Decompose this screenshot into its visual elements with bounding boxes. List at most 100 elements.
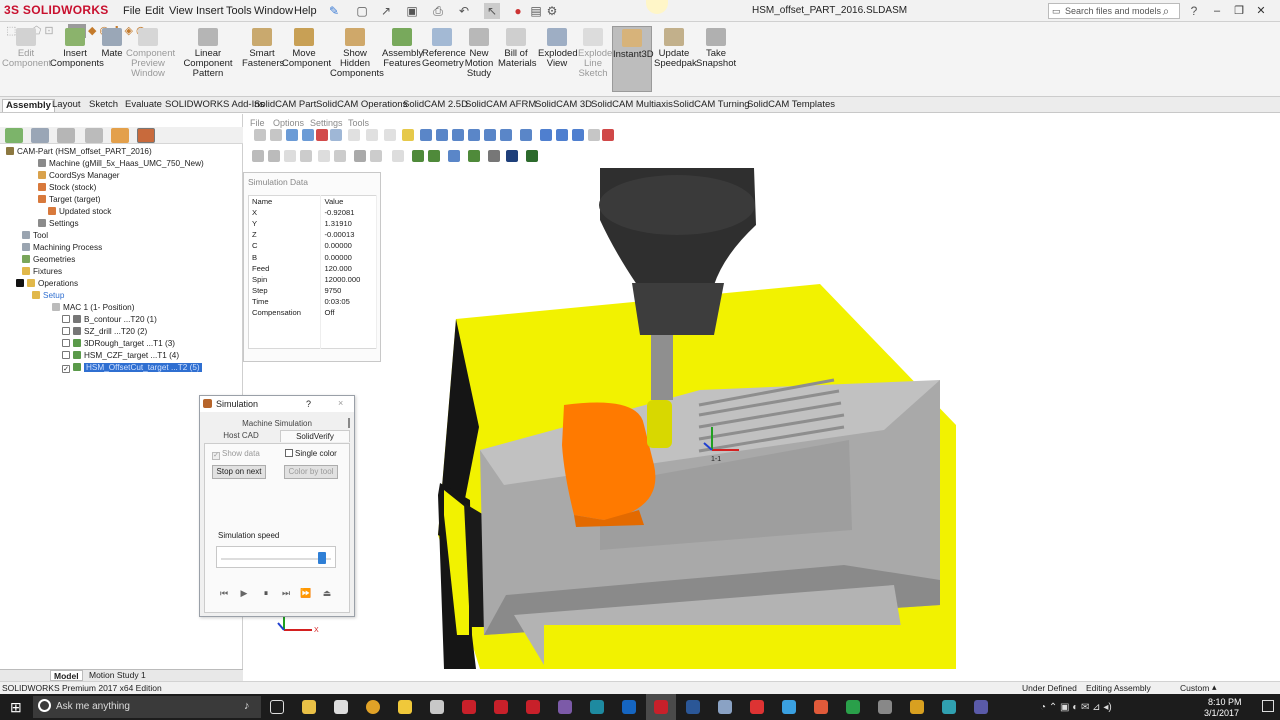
dim-icon-1[interactable] (348, 129, 360, 141)
chart-icon[interactable] (448, 150, 460, 162)
view-bottom-icon[interactable] (500, 129, 512, 141)
collision-icon[interactable] (602, 129, 614, 141)
op-checkbox-2[interactable] (62, 327, 70, 335)
restore-icon[interactable]: ❐ (1230, 3, 1248, 19)
sim-tool-5-icon[interactable] (318, 150, 330, 162)
viewport-menu-settings[interactable]: Settings (310, 118, 343, 128)
tool-visible-icon[interactable] (428, 150, 440, 162)
menu-file[interactable]: File (123, 5, 141, 17)
dimxpert-icon[interactable] (85, 128, 103, 143)
file-properties-icon[interactable]: ▤ (528, 3, 544, 19)
tray-icons[interactable]: ◔ ⌃ ▣ ◐ ✉ ⊿ ◂) (1040, 702, 1112, 713)
stop-on-next-button[interactable]: Stop on next (212, 465, 266, 479)
app-icon-11[interactable] (942, 700, 956, 714)
menu-insert[interactable]: Insert (196, 5, 224, 17)
show-data-checkbox[interactable]: ✓ Show data (212, 449, 260, 460)
rotate-icon[interactable] (302, 129, 314, 141)
tree-item-machining-process[interactable]: Machining Process (22, 242, 102, 254)
new-motion-study-button[interactable]: New Motion Study (464, 26, 494, 92)
explode-line-sketch-button[interactable]: Explode Line Sketch (578, 26, 612, 92)
sim-tool-7-icon[interactable] (370, 150, 382, 162)
menu-edit[interactable]: Edit (145, 5, 164, 17)
section-icon[interactable] (316, 129, 328, 141)
menu-help[interactable]: Help (294, 5, 317, 17)
zoom-to-fit-icon[interactable] (254, 129, 266, 141)
assembly-features-button[interactable]: Assembly Features (382, 26, 423, 92)
edit-component-button[interactable]: Edit Component (2, 26, 51, 92)
search-icon[interactable]: ⌕ (1158, 3, 1174, 19)
tree-item-op-2[interactable]: SZ_drill ...T20 (2) (62, 326, 147, 338)
stock-view-icon[interactable] (468, 150, 480, 162)
tree-item-op-3[interactable]: 3DRough_target ...T1 (3) (62, 338, 175, 350)
tab-solidverify[interactable]: SolidVerify (280, 430, 350, 442)
view-right-icon[interactable] (468, 129, 480, 141)
op-checkbox-5[interactable]: ✓ (62, 365, 70, 373)
minimize-icon[interactable]: – (1208, 3, 1226, 19)
chrome-icon[interactable] (366, 700, 380, 714)
solidworks-2017-icon-a[interactable] (462, 700, 476, 714)
pin-icon[interactable]: ✎ (326, 3, 342, 19)
app-icon-12[interactable] (974, 700, 988, 714)
display-manager-icon[interactable] (111, 128, 129, 143)
start-windows-icon[interactable]: ⊞ (10, 699, 26, 715)
tree-item-target[interactable]: Target (target) (38, 194, 100, 206)
tab-sketch[interactable]: Sketch (86, 99, 121, 112)
traffic-light-icon[interactable]: ● (510, 3, 526, 19)
run-to-end-icon[interactable]: ⏩ (300, 588, 312, 599)
word-icon[interactable] (686, 700, 700, 714)
tree-item-op-5[interactable]: ✓ HSM_OffsetCut_target ...T2 (5) (62, 362, 202, 374)
close-button[interactable]: × (338, 398, 343, 408)
save-icon[interactable]: ▣ (404, 3, 420, 19)
tab-evaluate[interactable]: Evaluate (122, 99, 165, 112)
show-hidden-components-button[interactable]: Show Hidden Components (330, 26, 384, 92)
menu-window[interactable]: Window (254, 5, 293, 17)
solidworks-2017-icon-b[interactable] (494, 700, 508, 714)
light-bulb-icon[interactable] (402, 129, 414, 141)
help-icon[interactable]: ? (1186, 3, 1202, 19)
tab-solidcam-multiaxis[interactable]: SolidCAM Multiaxis (588, 99, 676, 112)
pause-icon[interactable]: ⏸ (260, 588, 272, 599)
app-icon-8[interactable] (846, 700, 860, 714)
slider-thumb[interactable] (318, 552, 327, 564)
step-forward-icon[interactable]: ⏭ (280, 588, 292, 599)
app-icon-4[interactable] (558, 700, 572, 714)
tab-machine-simulation[interactable]: Machine Simulation (204, 418, 350, 430)
tree-item-stock[interactable]: Stock (stock) (38, 182, 96, 194)
wireframe-icon[interactable] (572, 129, 584, 141)
tree-item-geometries[interactable]: Geometries (22, 254, 75, 266)
tree-item-fixtures[interactable]: Fixtures (22, 266, 62, 278)
reference-geometry-button[interactable]: Reference Geometry (422, 26, 466, 92)
property-manager-icon[interactable] (31, 128, 49, 143)
feature-tree-icon[interactable] (5, 128, 23, 143)
app-icon-9[interactable] (878, 700, 892, 714)
tab-motion-study[interactable]: Motion Study 1 (86, 670, 149, 681)
gauge-icon[interactable] (488, 150, 500, 162)
color-by-tool-button[interactable]: Color by tool (284, 465, 338, 479)
zoom-window-icon[interactable] (270, 129, 282, 141)
microphone-icon[interactable]: ♪ (244, 700, 250, 712)
shaded-icon[interactable] (540, 129, 552, 141)
app-icon-1[interactable] (334, 700, 348, 714)
tree-item-settings[interactable]: Settings (38, 218, 79, 230)
viewport-menu-tools[interactable]: Tools (348, 118, 369, 128)
mate-button[interactable]: Mate (100, 26, 124, 92)
tree-item-operations[interactable]: Operations (16, 278, 78, 290)
component-preview-button[interactable]: Component Preview Window (126, 26, 175, 92)
tree-item-op-4[interactable]: HSM_CZF_target ...T1 (4) (62, 350, 179, 362)
move-component-button[interactable]: Move Component (282, 26, 331, 92)
outlook-icon[interactable] (622, 700, 636, 714)
tab-model[interactable]: Model (50, 670, 83, 681)
tree-item-cam-part[interactable]: CAM-Part (HSM_offset_PART_2016) (6, 146, 152, 158)
app-icon-7[interactable] (814, 700, 828, 714)
sim-tool-2-icon[interactable] (268, 150, 280, 162)
sim-tool-1-icon[interactable] (252, 150, 264, 162)
app-icon-5[interactable] (590, 700, 604, 714)
tree-item-mac1[interactable]: MAC 1 (1- Position) (52, 302, 134, 314)
eject-icon[interactable]: ⏏ (321, 588, 333, 599)
file-explorer-icon[interactable] (302, 700, 316, 714)
snowflake-icon[interactable] (782, 700, 796, 714)
view-top-icon[interactable] (484, 129, 496, 141)
action-center-icon[interactable] (1262, 700, 1274, 712)
tab-solidcam-turning[interactable]: SolidCAM Turning (670, 99, 753, 112)
select-icon[interactable]: ↖ (484, 3, 500, 19)
